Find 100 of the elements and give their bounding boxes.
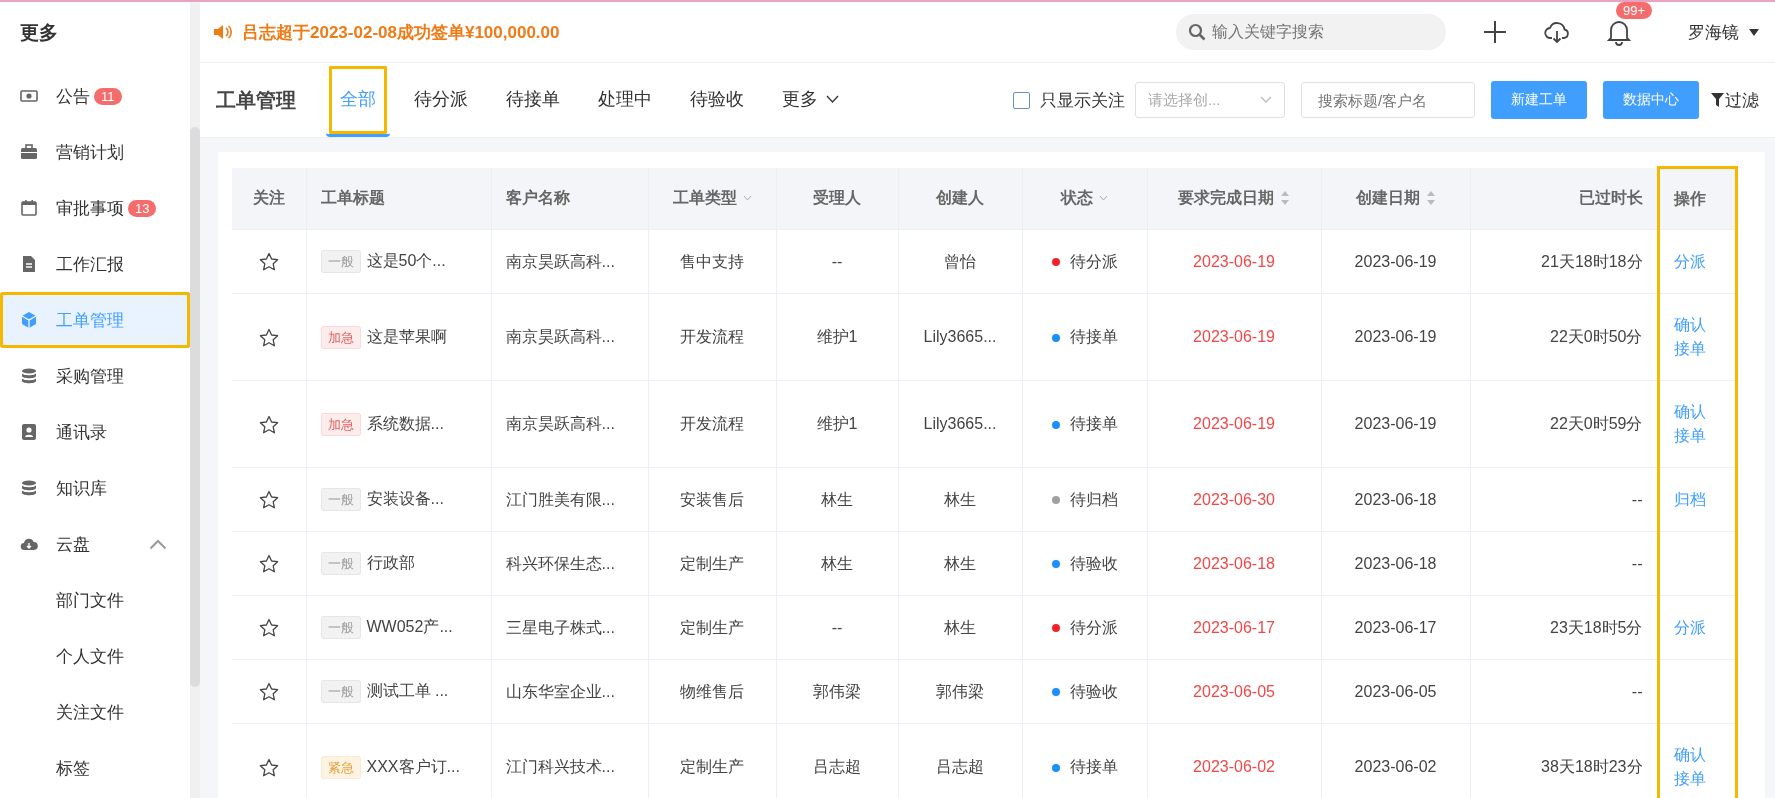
column-header: 操作: [1673, 188, 1706, 209]
calendar-icon: [20, 199, 38, 217]
table-cell: 林生: [898, 595, 1022, 660]
cube-icon: [20, 311, 38, 329]
table-cell: 2023-06-02: [1147, 723, 1321, 798]
table-cell: 维护1: [776, 293, 898, 381]
sidebar-subitem[interactable]: 标签: [0, 740, 190, 796]
notification-badge: 99+: [1616, 2, 1653, 19]
table-cell: 开发流程: [648, 380, 776, 468]
table-cell: --: [1470, 531, 1658, 596]
contact-icon: [20, 423, 38, 441]
table-cell: 2023-06-18: [1147, 531, 1321, 596]
column-header[interactable]: 创建日期: [1355, 187, 1420, 209]
star-icon[interactable]: [258, 757, 279, 778]
table-cell: 这是50个...: [366, 252, 446, 269]
star-icon[interactable]: [258, 554, 279, 575]
table-cell: 2023-06-30: [1147, 467, 1321, 532]
table-cell: 系统数据...: [366, 414, 444, 432]
table-cell: 江门胜美有限...: [491, 467, 648, 532]
table-cell: 吕志超: [776, 723, 898, 798]
column-header[interactable]: 要求完成日期: [1178, 187, 1274, 209]
table-cell: 2023-06-19: [1147, 229, 1321, 294]
star-icon[interactable]: [258, 682, 279, 703]
table-cell: 曾怡: [898, 229, 1022, 294]
table-cell: 售中支持: [648, 229, 776, 294]
sidebar-item[interactable]: 知识库: [0, 460, 190, 516]
search-field[interactable]: 输入关键字搜索: [1176, 14, 1446, 50]
scrollbar[interactable]: [190, 127, 200, 687]
column-header[interactable]: 状态: [1061, 187, 1093, 209]
sidebar-subitem[interactable]: 关注文件: [0, 684, 190, 740]
column-header[interactable]: 工单类型: [672, 187, 737, 209]
table-cell: 安装设备...: [366, 490, 444, 507]
plus-icon[interactable]: [1482, 19, 1508, 45]
search-icon: [1188, 23, 1206, 41]
sidebar-subitem[interactable]: 部门文件: [0, 572, 190, 628]
table-cell: 江门科兴技术...: [491, 723, 648, 798]
column-header: 受理人: [813, 187, 861, 208]
sidebar-item[interactable]: 通讯录: [0, 404, 190, 460]
column-header: 已过时长: [1578, 187, 1643, 208]
table-cell: 维护1: [776, 380, 898, 468]
tab[interactable]: 更多: [768, 63, 853, 137]
search-field[interactable]: 搜索标题/客户名: [1301, 82, 1475, 118]
table-cell: 测试工单 ...: [366, 682, 449, 699]
status-text: 待分派: [1069, 618, 1118, 636]
status-text: 待接单: [1069, 415, 1118, 432]
chevron-down-icon[interactable]: [826, 94, 839, 103]
bell-icon[interactable]: [1606, 18, 1632, 46]
table-cell: 2023-06-18: [1321, 531, 1470, 596]
filter-link[interactable]: 过滤: [1725, 88, 1759, 112]
star-icon[interactable]: [258, 327, 279, 348]
database-icon: [20, 479, 38, 497]
table-cell: 吕志超: [898, 723, 1022, 798]
status-text: 待归档: [1069, 490, 1118, 508]
star-icon[interactable]: [258, 490, 279, 511]
table-cell: --: [1470, 467, 1658, 532]
table-cell: 23天18时5分: [1470, 595, 1658, 660]
sidebar-item[interactable]: 公告 11: [0, 68, 190, 124]
funnel-icon[interactable]: [1711, 93, 1724, 107]
table-cell: 定制生产: [648, 595, 776, 660]
sidebar-item[interactable]: 营销计划: [0, 124, 190, 180]
table-cell: --: [1470, 659, 1658, 724]
notice-text: 吕志超于2023-02-08成功签单¥100,000.00: [242, 21, 560, 44]
table-cell: 2023-06-02: [1321, 723, 1470, 798]
column-header: 创建人: [936, 187, 984, 208]
status-text: 待接单: [1069, 758, 1118, 775]
checkbox-label[interactable]: 只显示关注: [1040, 88, 1125, 112]
table-cell: 郭伟梁: [776, 659, 898, 724]
star-icon[interactable]: [258, 252, 279, 273]
tab[interactable]: 待分派: [400, 63, 482, 137]
sidebar-item[interactable]: 工作汇报: [0, 236, 190, 292]
sidebar-item[interactable]: 采购管理: [0, 348, 190, 404]
table-cell: 林生: [776, 531, 898, 596]
caret-down-icon[interactable]: [1749, 28, 1759, 36]
tab[interactable]: 待验收: [676, 63, 758, 137]
sort-icon: [1425, 190, 1436, 207]
sidebar-subitem[interactable]: 个人文件: [0, 628, 190, 684]
table-cell: 2023-06-05: [1147, 659, 1321, 724]
star-icon[interactable]: [258, 414, 279, 435]
column-header: 工单标题: [320, 187, 385, 208]
table-cell: 38天18时23分: [1470, 723, 1658, 798]
table-cell: 2023-06-18: [1321, 467, 1470, 532]
cloud-download-icon[interactable]: [1544, 19, 1570, 45]
table-cell: 郭伟梁: [898, 659, 1022, 724]
column-header: 客户名称: [505, 187, 570, 208]
sidebar-item[interactable]: 审批事项 13: [0, 180, 190, 236]
user-name[interactable]: 罗海镜: [1688, 20, 1739, 44]
table-cell: 这是苹果啊: [366, 327, 447, 345]
tab[interactable]: 处理中: [584, 63, 666, 137]
star-icon[interactable]: [258, 618, 279, 639]
table-cell: 开发流程: [648, 293, 776, 381]
chevron-down-icon: [1099, 195, 1108, 202]
money-icon: [20, 87, 38, 105]
status-text: 待验收: [1069, 682, 1118, 700]
table-cell: 林生: [776, 467, 898, 532]
tab[interactable]: 待接单: [492, 63, 574, 137]
table-cell: 定制生产: [648, 531, 776, 596]
checkbox[interactable]: [1013, 91, 1030, 109]
status-text: 待验收: [1069, 554, 1118, 572]
sidebar-item[interactable]: 云盘: [0, 516, 190, 572]
priority-tag: 紧急: [320, 755, 361, 779]
